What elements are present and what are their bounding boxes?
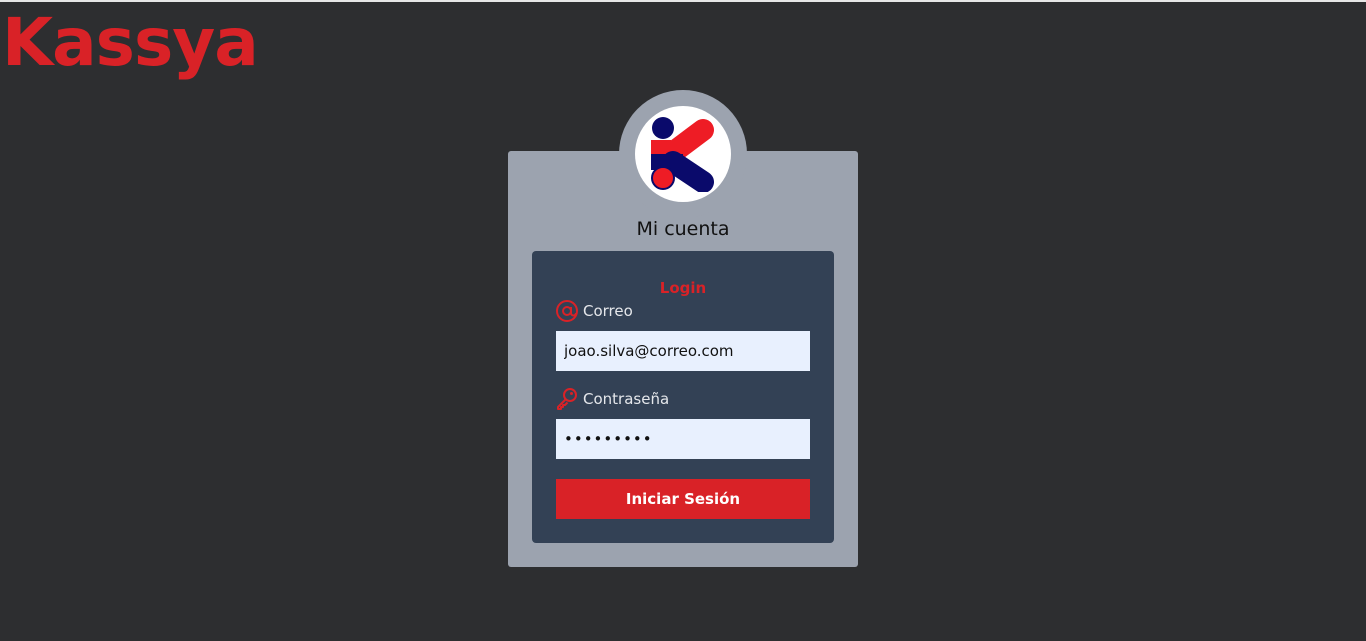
login-button[interactable]: Iniciar Sesión bbox=[556, 479, 810, 519]
brand-logo-text: Kassya bbox=[2, 4, 259, 81]
email-label: Correo bbox=[555, 299, 633, 323]
kassya-k-logo-icon bbox=[651, 117, 714, 192]
login-title: Login bbox=[659, 279, 707, 297]
email-label-text: Correo bbox=[583, 302, 633, 320]
key-icon bbox=[555, 387, 579, 411]
password-field[interactable] bbox=[556, 419, 810, 459]
account-title: Mi cuenta bbox=[636, 218, 730, 240]
avatar bbox=[635, 106, 731, 202]
email-field[interactable] bbox=[556, 331, 810, 371]
password-label-text: Contraseña bbox=[583, 390, 670, 408]
top-border bbox=[0, 0, 1366, 2]
at-sign-icon bbox=[555, 299, 579, 323]
password-label: Contraseña bbox=[555, 387, 669, 411]
